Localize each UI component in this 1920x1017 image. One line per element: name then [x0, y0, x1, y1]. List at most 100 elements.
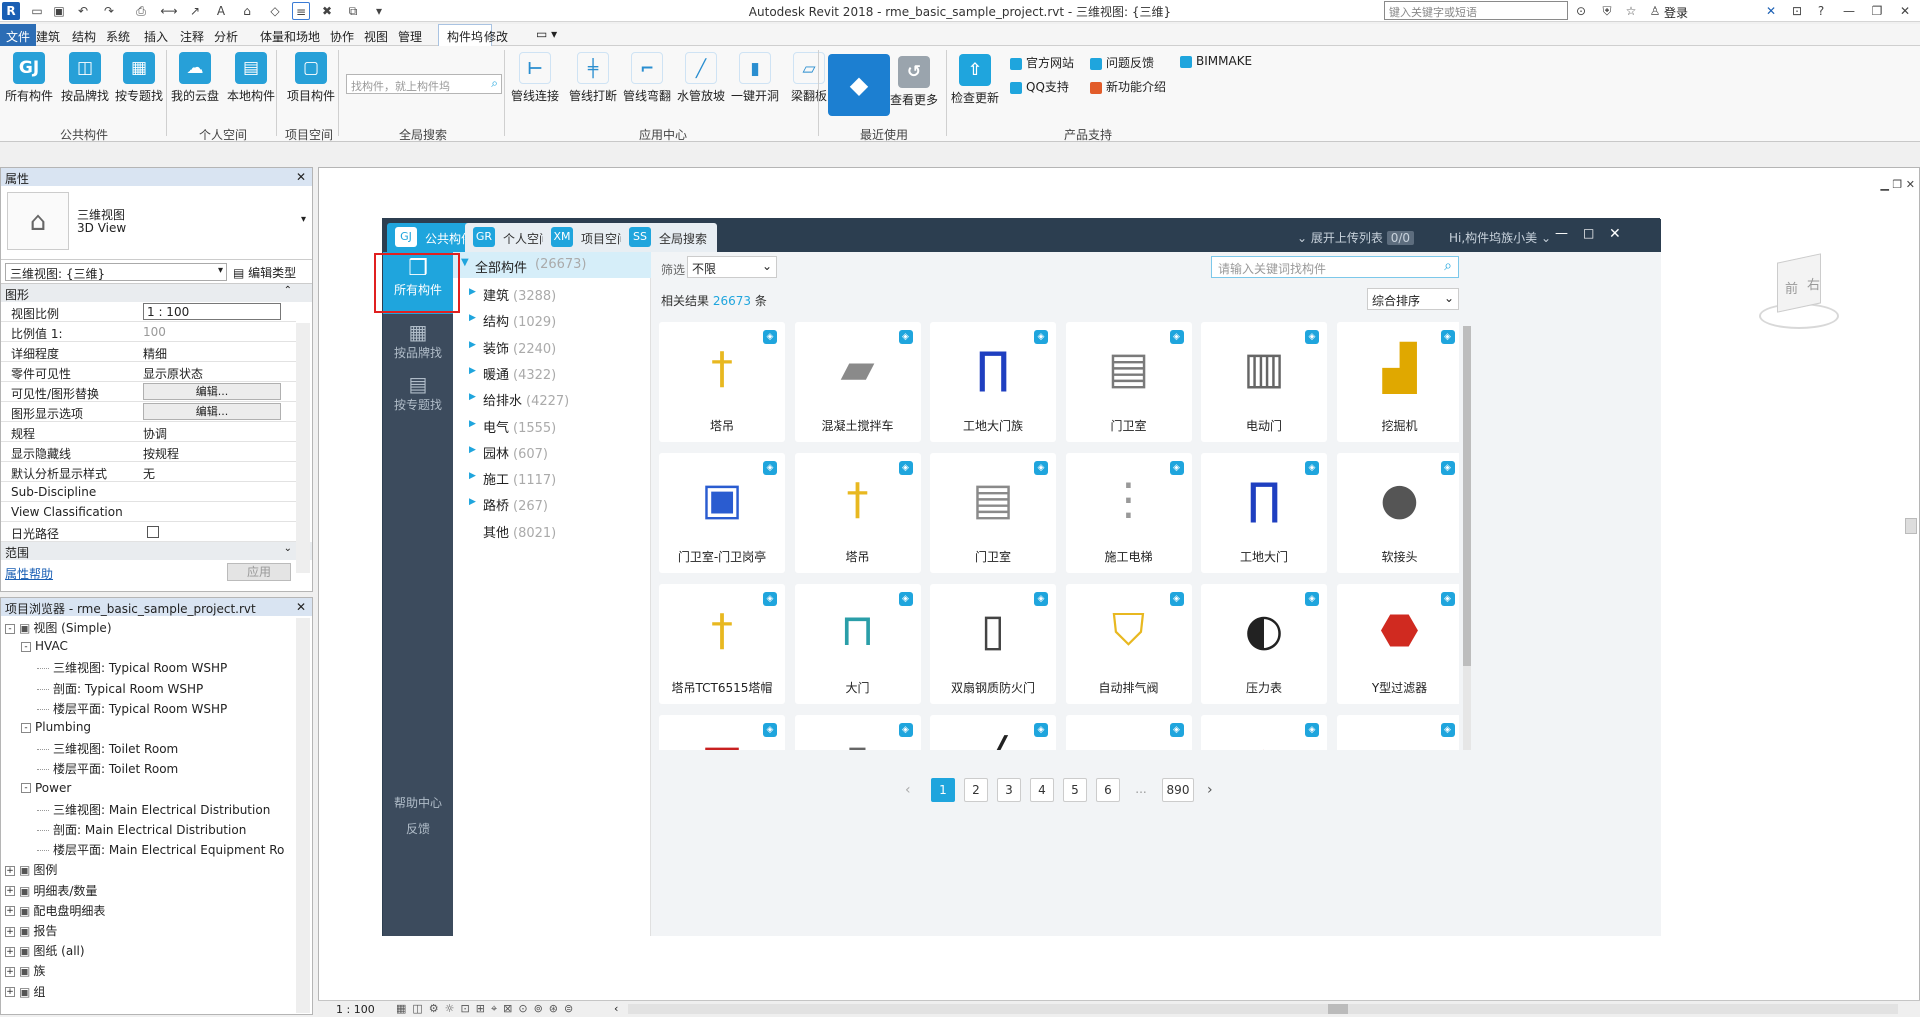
- browser-node[interactable]: + ▣ 报告: [5, 922, 57, 939]
- expand-toggle-icon[interactable]: +: [5, 865, 15, 876]
- component-card[interactable]: ▟ ◈ 挖掘机: [1336, 322, 1459, 442]
- property-edit-button[interactable]: 编辑...: [143, 403, 281, 420]
- browser-node[interactable]: - Plumbing: [21, 720, 91, 734]
- menu-tab-3[interactable]: 系统: [106, 28, 130, 45]
- menu-tab-10[interactable]: 管理: [398, 28, 422, 45]
- text-icon[interactable]: A: [212, 2, 230, 20]
- component-card[interactable]: ╱◈: [930, 715, 1056, 750]
- star-icon[interactable]: ☆: [1622, 2, 1640, 20]
- browser-node[interactable]: + ▣ 配电盘明细表: [5, 902, 105, 919]
- filter-select[interactable]: 不限 ⌄: [687, 256, 777, 278]
- component-card[interactable]: ⛉ ◈ 自动排气阀: [1065, 584, 1192, 704]
- instance-selector[interactable]: 三维视图: {三维} ▾: [5, 263, 227, 281]
- component-card[interactable]: ▣ ◈ 门卫室-门卫岗亭: [659, 453, 785, 573]
- expand-toggle-icon[interactable]: -: [5, 623, 15, 634]
- category-item[interactable]: ▶ 暖通 (4322): [469, 364, 556, 383]
- browser-node[interactable]: - ▣ 视图 (Simple): [5, 619, 112, 636]
- category-item[interactable]: ▶ 给排水 (4227): [469, 390, 569, 409]
- next-page-icon[interactable]: ›: [1207, 782, 1213, 798]
- browser-node[interactable]: 楼层平面: Typical Room WSHP: [37, 700, 227, 717]
- component-card[interactable]: ∏ ◈ 工地大门族: [930, 322, 1056, 442]
- expand-toggle-icon[interactable]: +: [5, 946, 15, 957]
- app-button-2[interactable]: ⌐ 管线弯翻: [620, 52, 674, 104]
- browser-node[interactable]: 三维视图: Typical Room WSHP: [37, 659, 227, 676]
- browser-node[interactable]: + ▣ 图例: [5, 861, 57, 878]
- menu-tab-6[interactable]: 分析: [214, 28, 238, 45]
- graphics-group-header[interactable]: 图形 ⌃: [1, 284, 312, 302]
- property-value[interactable]: 1 : 100: [143, 303, 281, 320]
- properties-help-link[interactable]: 属性帮助: [5, 565, 53, 582]
- dimension-icon[interactable]: ↗: [186, 2, 204, 20]
- edit-type-button[interactable]: ▤ 编辑类型: [233, 264, 296, 281]
- dialog-close-icon[interactable]: ✕: [1609, 226, 1621, 242]
- view-splitter-handle[interactable]: [1905, 518, 1917, 534]
- user-icon[interactable]: ♙: [1646, 2, 1664, 20]
- browser-node[interactable]: 剖面: Main Electrical Distribution: [37, 821, 246, 838]
- expand-toggle-icon[interactable]: -: [21, 783, 31, 794]
- category-item[interactable]: ▶ 施工 (1117): [469, 469, 556, 488]
- close-icon[interactable]: ✕: [1896, 2, 1914, 20]
- ribbon-button-1[interactable]: ◫ 按品牌找: [58, 52, 112, 104]
- component-card[interactable]: ▦◈: [659, 715, 785, 750]
- component-card[interactable]: ▰◈: [1336, 715, 1459, 750]
- login-link[interactable]: 登录: [1664, 4, 1688, 21]
- chevron-down-icon[interactable]: ▾: [301, 214, 306, 225]
- search-icon[interactable]: ⌕: [491, 76, 498, 91]
- range-group-header[interactable]: 范围 ⌄: [1, 542, 312, 560]
- component-card[interactable]: ▭◈: [1065, 715, 1192, 750]
- expand-icon[interactable]: ⌄: [284, 543, 292, 554]
- print-icon[interactable]: ⎙: [132, 2, 150, 20]
- category-item[interactable]: ▶ 建筑 (3288): [469, 285, 556, 304]
- component-card[interactable]: ● ◈ 软接头: [1336, 453, 1459, 573]
- component-card[interactable]: ▤ ◈ 门卫室: [1065, 322, 1192, 442]
- browser-node[interactable]: + ▣ 明细表/数量: [5, 882, 97, 899]
- scroll-left-icon[interactable]: ‹: [614, 1002, 618, 1015]
- menu-tab-5[interactable]: 注释: [180, 28, 204, 45]
- menu-tab-1[interactable]: 建筑: [36, 28, 60, 45]
- browser-node[interactable]: + ▣ 组: [5, 983, 45, 1000]
- dialog-minimize-icon[interactable]: —: [1555, 226, 1568, 241]
- revit-logo-icon[interactable]: R: [2, 2, 20, 20]
- ribbon-button-3[interactable]: ☁ 我的云盘: [168, 52, 222, 104]
- support-link-1[interactable]: 问题反馈: [1090, 54, 1154, 71]
- category-item[interactable]: ▶ 结构 (1029): [469, 311, 556, 330]
- browser-node[interactable]: 楼层平面: Main Electrical Equipment Ro: [37, 841, 284, 858]
- component-card[interactable]: ⬣ ◈ Y型过滤器: [1336, 584, 1459, 704]
- help-search-input[interactable]: 键入关键字或短语: [1384, 1, 1568, 20]
- search-icon[interactable]: ⌕: [1444, 258, 1452, 274]
- page-button[interactable]: 890: [1162, 778, 1194, 802]
- browser-node[interactable]: 楼层平面: Toilet Room: [37, 760, 178, 777]
- workspace-dropdown-icon[interactable]: ▭ ▾: [536, 27, 557, 41]
- subscription-icon[interactable]: ⛨: [1598, 2, 1616, 20]
- expand-toggle-icon[interactable]: -: [21, 641, 31, 652]
- ribbon-button-4[interactable]: ▤ 本地构件: [224, 52, 278, 104]
- close-icon[interactable]: ✕: [296, 170, 306, 184]
- browser-node[interactable]: 剖面: Typical Room WSHP: [37, 680, 203, 697]
- prev-page-icon[interactable]: ‹: [905, 782, 911, 798]
- section-icon[interactable]: ◇: [266, 2, 284, 20]
- apply-button[interactable]: 应用: [227, 563, 291, 581]
- expand-toggle-icon[interactable]: +: [5, 886, 15, 897]
- check-update-button[interactable]: ⇧ 检查更新: [948, 54, 1002, 106]
- category-item[interactable]: 其他 (8021): [471, 522, 556, 541]
- exchange-icon[interactable]: ✕: [1762, 2, 1780, 20]
- app-button-1[interactable]: ╪ 管线打断: [566, 52, 620, 104]
- component-card[interactable]: ▤ ◈ 门卫室: [930, 453, 1056, 573]
- component-card[interactable]: † ◈ 塔吊: [659, 322, 785, 442]
- menu-tab-4[interactable]: 插入: [144, 28, 168, 45]
- properties-scrollbar[interactable]: [296, 323, 310, 573]
- dialog-tab-3[interactable]: SS 全局搜索: [621, 223, 718, 252]
- qat-dropdown-icon[interactable]: ▾: [370, 2, 388, 20]
- view-scale[interactable]: 1 : 100: [336, 1003, 375, 1016]
- support-link-2[interactable]: BIMMAKE: [1180, 54, 1252, 68]
- page-button[interactable]: 1: [931, 778, 955, 802]
- see-more-button[interactable]: ↺ 查看更多: [884, 56, 944, 108]
- component-card[interactable]: ⋮ ◈ 施工电梯: [1065, 453, 1192, 573]
- view-window-controls[interactable]: ▁ ❐ ✕: [1880, 178, 1915, 191]
- menu-tab-7[interactable]: 体量和场地: [260, 28, 320, 45]
- by-topic-nav[interactable]: ▤ 按专题找: [383, 372, 453, 413]
- category-item[interactable]: ▶ 路桥 (267): [469, 495, 548, 514]
- feedback-link[interactable]: 反馈: [383, 820, 453, 837]
- sort-select[interactable]: 综合排序 ⌄: [1367, 288, 1459, 310]
- expand-toggle-icon[interactable]: +: [5, 906, 15, 917]
